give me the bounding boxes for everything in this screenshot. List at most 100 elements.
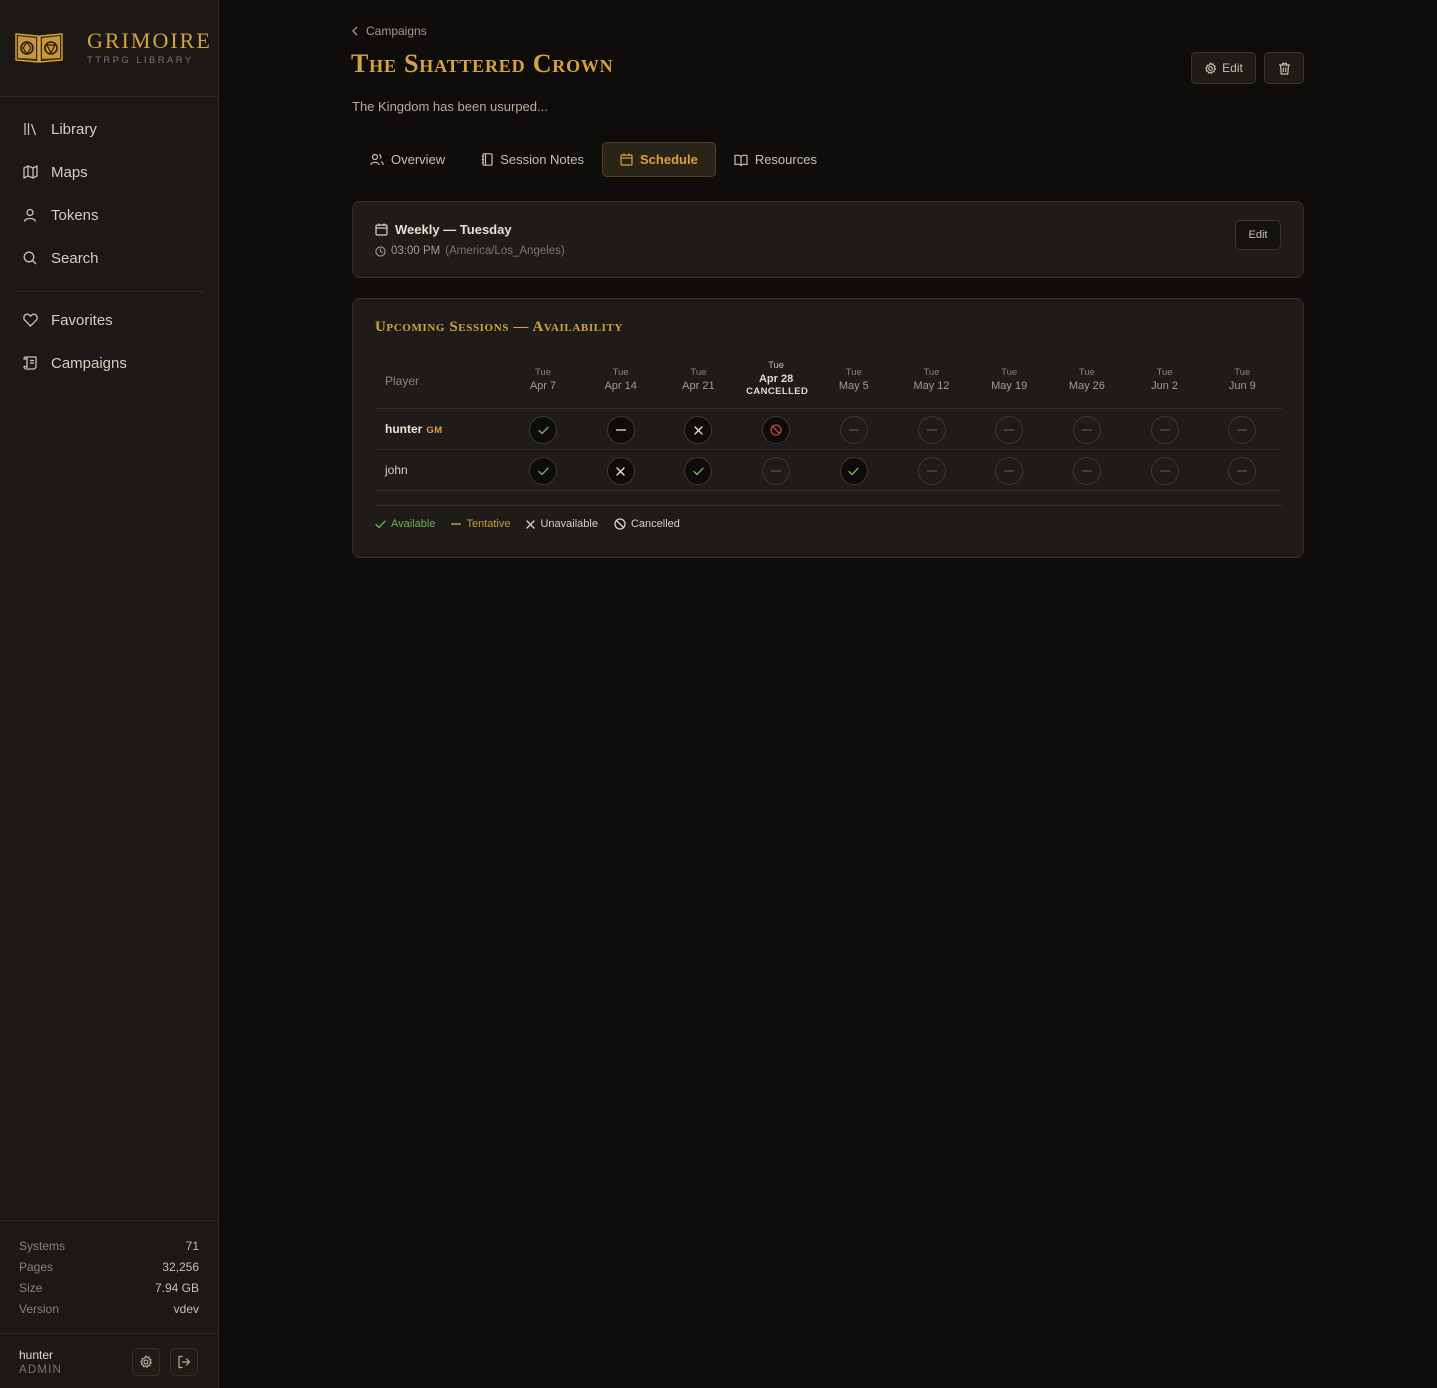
availability-cell-available[interactable]: [529, 416, 557, 444]
map-icon: [22, 164, 38, 180]
legend-unavailable: Unavailable: [526, 518, 598, 530]
availability-cell-tentative[interactable]: [606, 416, 635, 444]
date-label: May 19: [991, 380, 1028, 392]
date-label: May 12: [913, 380, 950, 392]
nav-item-library[interactable]: Library: [15, 112, 203, 146]
date-column-header: Tue Apr 21: [668, 367, 728, 392]
page-title: The Shattered Crown: [351, 49, 614, 78]
date-column-header: Tue May 5: [824, 367, 884, 392]
date-weekday: Tue: [1078, 367, 1095, 378]
availability-cell-none[interactable]: [1150, 457, 1179, 485]
available-icon: [537, 467, 549, 476]
breadcrumb-label: Campaigns: [366, 24, 427, 38]
player-row: john: [375, 450, 1282, 491]
book-logo-icon: [15, 33, 63, 63]
availability-cell-none[interactable]: [995, 457, 1024, 485]
availability-cell-none[interactable]: [917, 457, 946, 485]
availability-cell-available[interactable]: [684, 457, 713, 485]
cancelled-icon: [614, 518, 626, 530]
user-icon: [22, 207, 38, 223]
settings-button[interactable]: [132, 1348, 160, 1376]
date-column-header: Tue May 19: [979, 367, 1039, 392]
tab-schedule[interactable]: Schedule: [602, 142, 716, 177]
legend-label: Available: [391, 518, 436, 530]
availability-cell-none[interactable]: [917, 416, 946, 444]
edit-schedule-button[interactable]: Edit: [1235, 220, 1281, 250]
nav-item-maps[interactable]: Maps: [15, 155, 203, 189]
available-icon: [848, 467, 859, 476]
date-weekday: Tue: [845, 367, 862, 378]
availability-cell-available[interactable]: [839, 457, 868, 485]
availability-cell-none[interactable]: [1228, 457, 1257, 485]
calendar-icon: [375, 223, 388, 236]
stat-size: Size 7.94 GB: [19, 1280, 199, 1295]
date-weekday: Tue: [1001, 367, 1018, 378]
availability-cell-unavailable[interactable]: [684, 416, 713, 444]
nav-item-favorites[interactable]: Favorites: [15, 303, 203, 337]
library-icon: [22, 121, 38, 137]
notebook-icon: [481, 153, 493, 166]
stat-pages: Pages 32,256: [19, 1259, 199, 1274]
date-label: Jun 2: [1151, 380, 1179, 392]
player-column-header: Player: [385, 374, 420, 388]
availability-cell-available[interactable]: [529, 457, 557, 485]
delete-campaign-button[interactable]: [1264, 52, 1304, 84]
brand-name: GRIMOIRE: [87, 28, 212, 53]
date-label: Apr 7: [529, 380, 557, 392]
user-role: ADMIN: [19, 1364, 63, 1376]
availability-cell-none[interactable]: [1072, 416, 1101, 444]
date-weekday: Tue: [1234, 367, 1251, 378]
dash-icon: [926, 470, 937, 472]
nav-item-tokens[interactable]: Tokens: [15, 198, 203, 232]
date-label: Apr 21: [682, 380, 715, 392]
stat-systems: Systems 71: [19, 1238, 199, 1253]
availability-cell-none[interactable]: [839, 416, 868, 444]
legend-label: Tentative: [466, 518, 511, 530]
tab-resources[interactable]: Resources: [716, 142, 835, 177]
availability-cell-none[interactable]: [1228, 416, 1257, 444]
available-icon: [537, 426, 549, 435]
dash-icon: [1081, 470, 1092, 472]
date-label: May 5: [838, 380, 869, 392]
unavailable-icon: [526, 519, 536, 529]
stat-version: Version vdev: [19, 1301, 199, 1316]
dash-icon: [1004, 429, 1015, 431]
date-column-header: Tue Apr 14: [591, 367, 651, 392]
dash-icon: [1004, 470, 1015, 472]
brand: GRIMOIRE TTRPG LIBRARY: [0, 0, 218, 97]
tab-session-notes[interactable]: Session Notes: [463, 142, 602, 177]
nav-item-search[interactable]: Search: [15, 241, 203, 275]
availability-cell-none[interactable]: [762, 457, 791, 485]
chevron-left-icon: [352, 26, 358, 36]
edit-campaign-button[interactable]: Edit: [1191, 52, 1256, 84]
availability-legend: Available Tentative Unavailable Cancelled: [375, 505, 1282, 530]
player-name: john: [385, 463, 408, 477]
brand-subtitle: TTRPG LIBRARY: [87, 55, 194, 66]
book-open-icon: [734, 154, 748, 166]
date-label: Apr 28: [758, 373, 794, 385]
nav-item-campaigns[interactable]: Campaigns: [15, 346, 203, 380]
tab-overview[interactable]: Overview: [352, 142, 463, 177]
availability-cell-none[interactable]: [1150, 416, 1179, 444]
schedule-card: Weekly — Tuesday 03:00 PM (America/Los_A…: [352, 201, 1304, 278]
legend-tentative: Tentative: [451, 518, 510, 530]
date-column-header: Tue Apr 28 CANCELLED: [746, 360, 808, 397]
date-column-header: Tue Jun 9: [1212, 367, 1272, 392]
logout-button[interactable]: [170, 1348, 198, 1376]
dash-icon: [848, 429, 859, 431]
availability-cell-none[interactable]: [1072, 457, 1101, 485]
breadcrumb[interactable]: Campaigns: [352, 24, 427, 38]
cancelled-icon: [770, 424, 782, 436]
clock-icon: [375, 245, 386, 257]
nav-label: Campaigns: [51, 354, 127, 372]
gear-icon: [1205, 61, 1217, 74]
availability-cell-none[interactable]: [995, 416, 1024, 444]
nav-label: Tokens: [51, 206, 99, 224]
availability-cell-cancelled[interactable]: [762, 416, 791, 444]
trash-icon: [1278, 62, 1290, 75]
grid-header: Player Tue Apr 7 Tue Apr 14 Tue Apr 21 Tue Apr …: [375, 357, 1282, 409]
availability-cell-unavailable[interactable]: [606, 457, 635, 485]
dash-icon: [1081, 429, 1092, 431]
availability-title: Upcoming Sessions — Availability: [375, 319, 624, 335]
edit-label: Edit: [1222, 61, 1243, 75]
